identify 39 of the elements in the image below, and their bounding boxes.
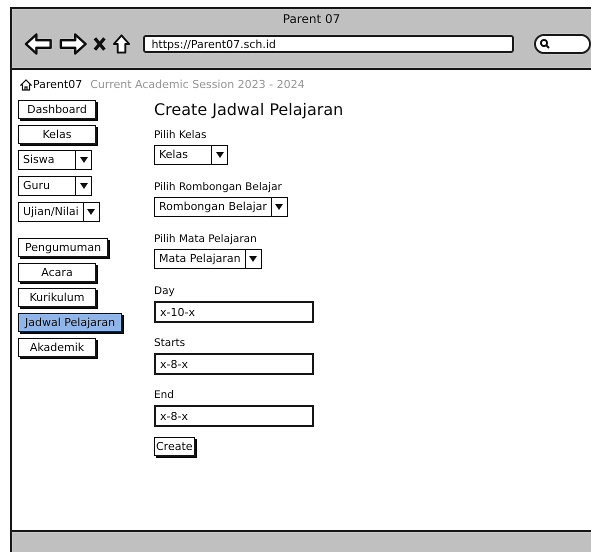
search-field[interactable] (534, 34, 591, 54)
sidebar-dropdown[interactable]: Ujian/Nilai (18, 202, 100, 222)
breadcrumb-link[interactable]: Parent07 (33, 78, 82, 91)
caret-icon (275, 204, 284, 210)
forward-arrow-icon[interactable] (58, 32, 88, 56)
sidebar-button[interactable]: Acara (18, 263, 96, 282)
sidebar-button[interactable]: Dashboard (18, 100, 96, 119)
sidebar-button[interactable]: Kelas (18, 125, 96, 144)
window-title: Parent 07 (282, 12, 340, 26)
field-label: Day (154, 285, 176, 297)
sidebar-button[interactable]: Pengumuman (18, 238, 108, 257)
caret-icon (216, 152, 224, 158)
sidebar-button[interactable]: Jadwal Pelajaran (18, 313, 122, 332)
back-arrow-icon[interactable] (24, 32, 53, 56)
caret-icon (80, 183, 88, 189)
input-field[interactable]: x-8-x (154, 405, 314, 427)
close-icon[interactable] (93, 36, 106, 52)
sidebar-button[interactable]: Akademik (18, 338, 96, 357)
session-text: Current Academic Session 2023 - 2024 (90, 78, 305, 91)
field-label: Pilih Kelas (154, 129, 208, 141)
caret-icon (249, 256, 258, 262)
field-label: Pilih Mata Pelajaran (154, 233, 258, 245)
caret-icon (87, 209, 96, 215)
select-field[interactable]: Rombongan Belajar (154, 197, 288, 217)
field-label: End (154, 389, 175, 401)
sidebar-dropdown[interactable]: Siswa (18, 150, 92, 170)
page-heading: Create Jadwal Pelajaran (154, 100, 344, 119)
select-field[interactable]: Kelas (154, 145, 228, 165)
input-field[interactable]: x-8-x (154, 353, 314, 375)
field-label: Starts (154, 337, 186, 349)
input-field[interactable]: x-10-x (154, 301, 314, 323)
caret-icon (80, 157, 88, 163)
create-button[interactable]: Create (154, 437, 195, 456)
sidebar-button[interactable]: Kurikulum (18, 288, 96, 307)
sidebar-dropdown[interactable]: Guru (18, 176, 92, 196)
field-label: Pilih Rombongan Belajar (154, 181, 283, 193)
search-icon (540, 39, 550, 49)
url-field[interactable]: https://Parent07.sch.id (143, 35, 514, 53)
select-field[interactable]: Mata Pelajaran (154, 249, 262, 269)
